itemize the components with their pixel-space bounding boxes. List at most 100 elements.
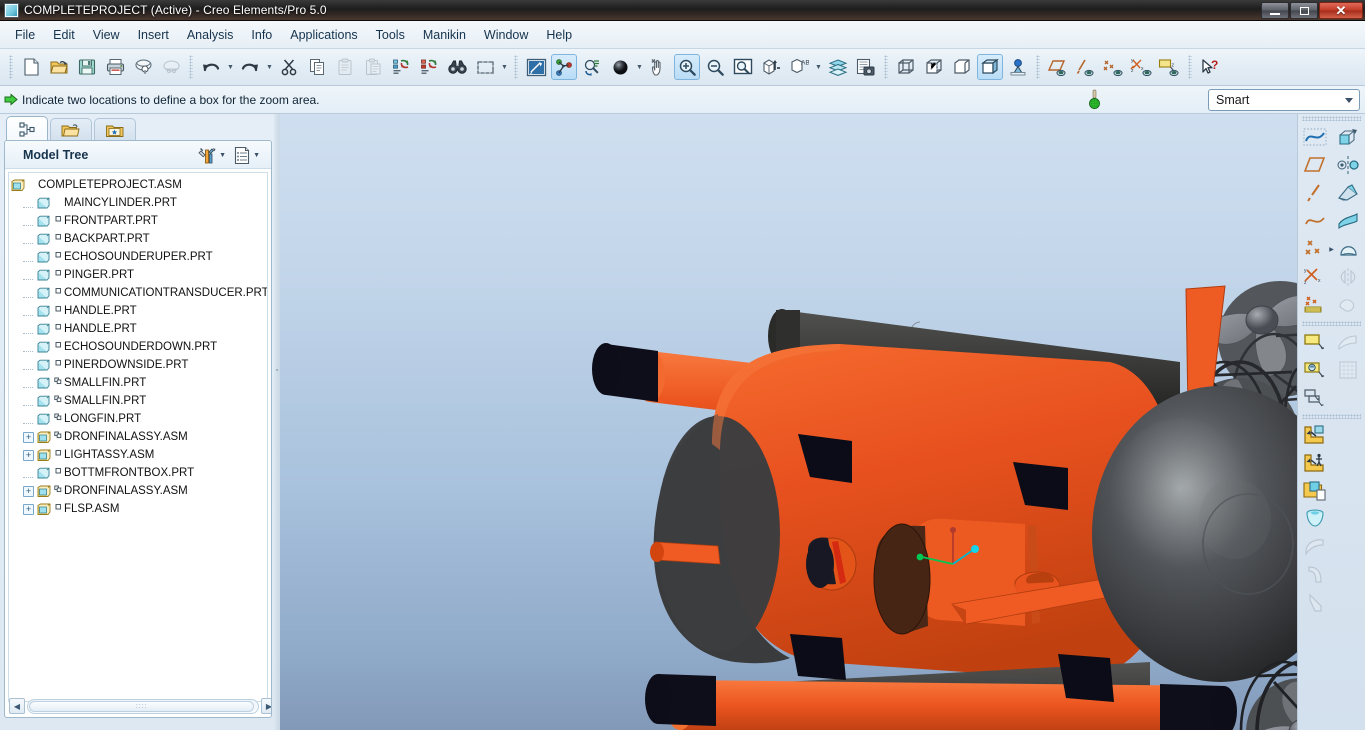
scroll-right-arrow-icon[interactable]: ▶	[261, 698, 271, 714]
tree-item[interactable]: + LIGHTASSY.ASM	[9, 446, 267, 464]
new-file-button[interactable]	[18, 54, 44, 80]
tree-item[interactable]: + DRONFINALASSY.ASM	[9, 428, 267, 446]
expand-node-button[interactable]: +	[23, 503, 34, 515]
send-mail-button[interactable]	[130, 54, 156, 80]
datum-plane-button[interactable]	[1298, 151, 1331, 179]
wireframe-button[interactable]	[893, 54, 919, 80]
shell-button[interactable]	[1298, 533, 1331, 561]
right-toolbar-grip[interactable]	[1302, 116, 1361, 121]
assemble-manikin-button[interactable]	[1298, 449, 1331, 477]
perspective-view-button[interactable]	[1005, 54, 1031, 80]
selection-filter-select[interactable]: Smart	[1208, 89, 1360, 111]
sketch-button[interactable]	[1298, 123, 1331, 151]
show-list-button[interactable]	[231, 144, 253, 166]
paste-button[interactable]	[332, 54, 358, 80]
selection-filter-dropdown-arrow[interactable]: ▼	[499, 54, 510, 80]
model-tree-list[interactable]: COMPLETEPROJECT.ASM MAINCYLINDER.PRT FRONT…	[8, 172, 268, 702]
axis-display-button[interactable]	[1073, 54, 1099, 80]
regenerate-manual-button[interactable]	[416, 54, 442, 80]
expand-node-button[interactable]: +	[23, 449, 34, 461]
toolbar-grip-5[interactable]	[1036, 55, 1040, 79]
repaint-button[interactable]	[523, 54, 549, 80]
redo-button[interactable]	[237, 54, 263, 80]
sidebar-item-model-tree[interactable]	[6, 116, 48, 142]
plane-display-button[interactable]	[1045, 54, 1071, 80]
minimize-button[interactable]	[1261, 2, 1289, 19]
tree-horizontal-scrollbar[interactable]: ◀ :::: ▶	[9, 697, 271, 715]
tree-item[interactable]: HANDLE.PRT	[9, 302, 267, 320]
tree-item[interactable]: ECHOSOUNDERUPER.PRT	[9, 248, 267, 266]
zoom-in-button[interactable]	[674, 54, 700, 80]
expand-node-button[interactable]: +	[23, 431, 34, 443]
menu-manikin[interactable]: Manikin	[414, 25, 475, 45]
point-display-button[interactable]	[1101, 54, 1127, 80]
tree-item[interactable]: BOTTMFRONTBOX.PRT	[9, 464, 267, 482]
menu-tools[interactable]: Tools	[367, 25, 414, 45]
scroll-left-arrow-icon[interactable]: ◀	[9, 698, 25, 714]
tree-item[interactable]: ECHOSOUNDERDOWN.PRT	[9, 338, 267, 356]
tree-item[interactable]: PINERDOWNSIDE.PRT	[9, 356, 267, 374]
orientation-mode-button[interactable]	[607, 54, 633, 80]
sidebar-item-favorites[interactable]	[94, 118, 136, 142]
datum-point-button[interactable]	[1298, 235, 1329, 263]
settings-dropdown-arrow[interactable]: ▼	[219, 152, 226, 159]
tree-item[interactable]: SMALLFIN.PRT	[9, 374, 267, 392]
3d-graphics-window[interactable]	[280, 114, 1297, 730]
settings-tools-button[interactable]	[197, 144, 219, 166]
orientation-dropdown-arrow[interactable]: ▼	[634, 54, 645, 80]
sidebar-item-folder-browser[interactable]	[50, 118, 92, 142]
toolbar-grip-4[interactable]	[884, 55, 888, 79]
csys-display-button[interactable]: y z x	[1129, 54, 1155, 80]
tree-item[interactable]: COMPLETEPROJECT.ASM	[9, 176, 267, 194]
list-dropdown-arrow[interactable]: ▼	[253, 152, 260, 159]
create-component-button[interactable]	[1298, 477, 1331, 505]
analysis-feature-button[interactable]	[1298, 291, 1331, 319]
zoom-out-button[interactable]	[702, 54, 728, 80]
round-button[interactable]	[1298, 561, 1331, 589]
saved-views-button[interactable]: AB	[786, 54, 812, 80]
tree-item[interactable]: FRONTPART.PRT	[9, 212, 267, 230]
menu-analysis[interactable]: Analysis	[178, 25, 243, 45]
close-button[interactable]: ✕	[1319, 2, 1363, 19]
regenerate-button[interactable]	[388, 54, 414, 80]
tree-item[interactable]: HANDLE.PRT	[9, 320, 267, 338]
saved-views-dropdown-arrow[interactable]: ▼	[813, 54, 824, 80]
open-file-button[interactable]	[46, 54, 72, 80]
pattern-button[interactable]	[1331, 356, 1364, 384]
copy-button[interactable]	[304, 54, 330, 80]
datum-axis-button[interactable]	[1298, 179, 1331, 207]
blend-button[interactable]	[1331, 207, 1364, 235]
tree-item[interactable]: LONGFIN.PRT	[9, 410, 267, 428]
maximize-restore-button[interactable]	[1290, 2, 1318, 19]
view-manager-button[interactable]	[853, 54, 879, 80]
assemble-component-button[interactable]	[1298, 421, 1331, 449]
menu-help[interactable]: Help	[537, 25, 581, 45]
shading-button[interactable]	[977, 54, 1003, 80]
layers-button[interactable]	[825, 54, 851, 80]
menu-info[interactable]: Info	[242, 25, 281, 45]
no-hidden-button[interactable]	[949, 54, 975, 80]
tree-item[interactable]: COMMUNICATIONTRANSDUCER.PRT	[9, 284, 267, 302]
scrollbar-thumb[interactable]: ::::	[29, 700, 255, 712]
tree-item[interactable]: + DRONFINALASSY.ASM	[9, 482, 267, 500]
menu-window[interactable]: Window	[475, 25, 537, 45]
menu-view[interactable]: View	[84, 25, 129, 45]
coord-system-button[interactable]: y z x	[1298, 263, 1331, 291]
undo-dropdown-arrow[interactable]: ▼	[225, 54, 236, 80]
tree-item[interactable]: + FLSP.ASM	[9, 500, 267, 518]
revolve-button[interactable]	[1331, 151, 1364, 179]
tree-item[interactable]: PINGER.PRT	[9, 266, 267, 284]
context-help-button[interactable]: ?	[1197, 54, 1223, 80]
offset-button[interactable]	[1298, 384, 1331, 412]
expand-node-button[interactable]: +	[23, 485, 34, 497]
annotation-display-button[interactable]: z	[1157, 54, 1183, 80]
redo-dropdown-arrow[interactable]: ▼	[264, 54, 275, 80]
toolbar-grip[interactable]	[9, 55, 13, 79]
mirror-button[interactable]	[1331, 263, 1364, 291]
sweep-button[interactable]	[1331, 179, 1364, 207]
close-window-button[interactable]	[158, 54, 184, 80]
save-button[interactable]	[74, 54, 100, 80]
curve-button[interactable]	[1298, 207, 1331, 235]
paste-special-button[interactable]	[360, 54, 386, 80]
style-surface-button[interactable]	[1298, 356, 1331, 384]
